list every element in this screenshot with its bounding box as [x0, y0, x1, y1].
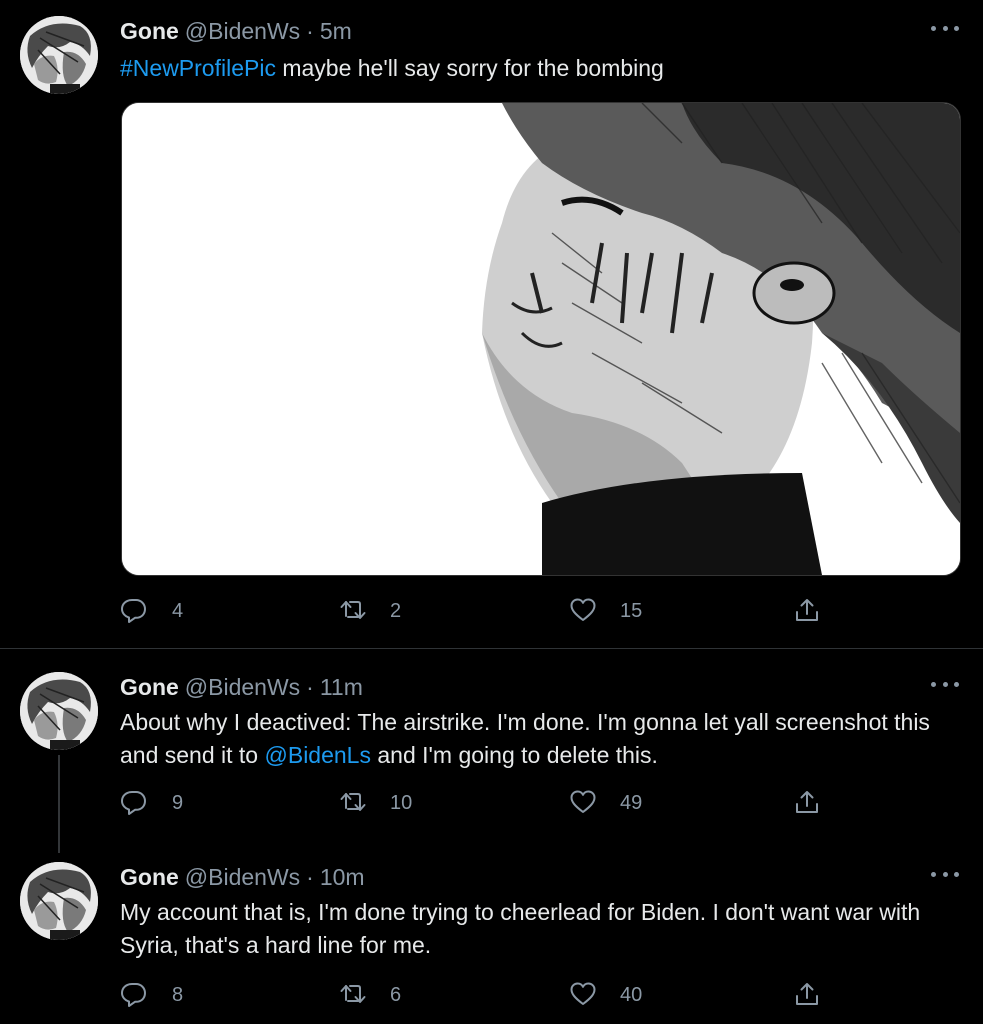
tweet-actions: 8 6 40: [120, 980, 840, 1010]
more-icon[interactable]: [931, 674, 959, 694]
tweet-header: Gone @BidenWs · 10m: [120, 862, 365, 892]
retweet-button[interactable]: 6: [340, 980, 401, 1010]
share-button[interactable]: [794, 596, 822, 626]
timestamp[interactable]: 5m: [320, 18, 352, 45]
tweet-text: My account that is, I'm done trying to c…: [120, 899, 921, 958]
tweet-actions: 4 2 15: [120, 596, 840, 626]
thread-connector-line: [58, 755, 60, 853]
mention-link[interactable]: @BidenLs: [265, 742, 371, 768]
retweet-icon: [340, 601, 366, 619]
share-button[interactable]: [794, 788, 822, 818]
avatar[interactable]: [20, 16, 98, 94]
hashtag-link[interactable]: #NewProfilePic: [120, 55, 276, 81]
tweet-header: Gone @BidenWs · 5m: [120, 16, 352, 46]
reply-icon: [121, 599, 146, 623]
timestamp[interactable]: 11m: [320, 674, 363, 701]
avatar[interactable]: [20, 862, 98, 940]
tweet-media-image[interactable]: [121, 102, 961, 576]
retweet-button[interactable]: 10: [340, 788, 412, 818]
separator-dot: ·: [306, 17, 314, 44]
retweet-count: 10: [390, 791, 413, 814]
tweet-text-part: and I'm going to delete this.: [370, 742, 658, 768]
like-count: 40: [620, 983, 643, 1006]
reply-button[interactable]: 8: [120, 980, 183, 1010]
more-icon[interactable]: [931, 864, 959, 884]
like-count: 49: [620, 791, 643, 814]
user-handle[interactable]: @BidenWs: [185, 864, 300, 891]
tweet-text-rest: maybe he'll say sorry for the bombing: [275, 55, 664, 81]
like-button[interactable]: 15: [570, 596, 642, 626]
retweet-count: 6: [390, 983, 402, 1006]
avatar[interactable]: [20, 672, 98, 750]
retweet-button[interactable]: 2: [340, 596, 401, 626]
reply-icon: [121, 983, 146, 1007]
heart-icon: [570, 982, 596, 1005]
share-icon: [796, 599, 818, 621]
reply-count: 9: [172, 791, 184, 814]
share-icon: [796, 791, 818, 813]
heart-icon: [570, 790, 596, 813]
retweet-icon: [340, 793, 366, 811]
user-handle[interactable]: @BidenWs: [185, 18, 300, 45]
tweet-text: About why I deactived: The airstrike. I'…: [120, 706, 965, 772]
reply-button[interactable]: 4: [120, 596, 183, 626]
separator-dot: ·: [306, 863, 314, 890]
like-button[interactable]: 49: [570, 788, 642, 818]
display-name[interactable]: Gone: [120, 864, 179, 891]
more-icon[interactable]: [931, 18, 959, 38]
share-icon: [796, 983, 818, 1005]
reply-count: 8: [172, 983, 184, 1006]
separator-dot: ·: [306, 673, 314, 700]
retweet-icon: [340, 985, 366, 1003]
reply-icon: [121, 791, 146, 815]
tweet-divider: [0, 648, 983, 649]
tweet-header: Gone @BidenWs · 11m: [120, 672, 363, 702]
like-count: 15: [620, 599, 643, 622]
heart-icon: [570, 598, 596, 621]
display-name[interactable]: Gone: [120, 674, 179, 701]
tweet-actions: 9 10 49: [120, 788, 840, 818]
user-handle[interactable]: @BidenWs: [185, 674, 300, 701]
timestamp[interactable]: 10m: [320, 864, 365, 891]
reply-button[interactable]: 9: [120, 788, 183, 818]
like-button[interactable]: 40: [570, 980, 642, 1010]
retweet-count: 2: [390, 599, 402, 622]
share-button[interactable]: [794, 980, 822, 1010]
tweet-text: #NewProfilePic maybe he'll say sorry for…: [120, 52, 965, 85]
reply-count: 4: [172, 599, 184, 622]
display-name[interactable]: Gone: [120, 18, 179, 45]
